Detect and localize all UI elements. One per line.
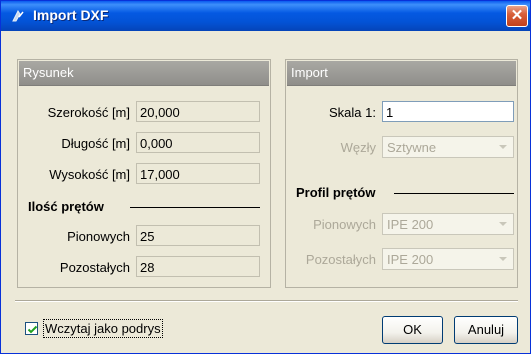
load-as-underlay-label[interactable]: Wczytaj jako podrys: [43, 319, 163, 338]
import-panel-title: Import: [291, 65, 328, 80]
vertical-profile-select[interactable]: IPE 200: [382, 213, 514, 235]
bar-count-section-title: Ilość prętów: [28, 199, 104, 214]
profile-separator: [394, 193, 514, 194]
import-panel-header: Import: [287, 61, 516, 86]
import-dxf-dialog: Import DXF ✕ Rysunek Szerokość [m] 20,00…: [0, 0, 531, 354]
checkmark-icon: [27, 325, 38, 334]
close-button[interactable]: ✕: [506, 5, 528, 27]
rysunek-panel-header: Rysunek: [19, 61, 269, 86]
length-field: 0,000: [136, 132, 260, 153]
scale-label: Skala 1:: [329, 105, 376, 120]
nodes-select-value: Sztywne: [387, 140, 437, 155]
footer-divider: [15, 300, 518, 302]
other-profile-select[interactable]: IPE 200: [382, 248, 514, 270]
other-count-field: 28: [136, 256, 260, 277]
vertical-profile-value: IPE 200: [387, 217, 434, 232]
ok-button[interactable]: OK: [382, 316, 443, 344]
length-label: Długość [m]: [61, 136, 130, 151]
height-field: 17,000: [136, 163, 260, 184]
other-profile-value: IPE 200: [387, 252, 434, 267]
vertical-profile-label: Pionowych: [313, 217, 376, 232]
vertical-count-field: 25: [136, 225, 260, 246]
load-as-underlay-checkbox[interactable]: [25, 322, 38, 335]
profile-section-title: Profil prętów: [296, 185, 376, 200]
rysunek-panel-title: Rysunek: [23, 65, 74, 80]
width-field: 20,000: [136, 101, 260, 122]
title-bar: Import DXF ✕: [1, 1, 530, 31]
other-profile-label: Pozostałych: [305, 252, 376, 267]
vertical-count-label: Pionowych: [67, 229, 130, 244]
chevron-down-icon: [494, 215, 512, 233]
chevron-down-icon: [494, 250, 512, 268]
cancel-button[interactable]: Anuluj: [454, 316, 518, 344]
close-icon: ✕: [510, 7, 524, 24]
window-title: Import DXF: [33, 7, 109, 23]
other-count-label: Pozostałych: [59, 260, 130, 275]
app-icon: [10, 8, 26, 24]
nodes-select[interactable]: Sztywne: [382, 136, 514, 158]
bar-count-separator: [130, 207, 260, 208]
height-label: Wysokość [m]: [49, 167, 130, 182]
nodes-label: Węzły: [340, 140, 376, 155]
width-label: Szerokość [m]: [47, 105, 130, 120]
scale-input[interactable]: 1: [382, 101, 514, 122]
chevron-down-icon: [494, 138, 512, 156]
